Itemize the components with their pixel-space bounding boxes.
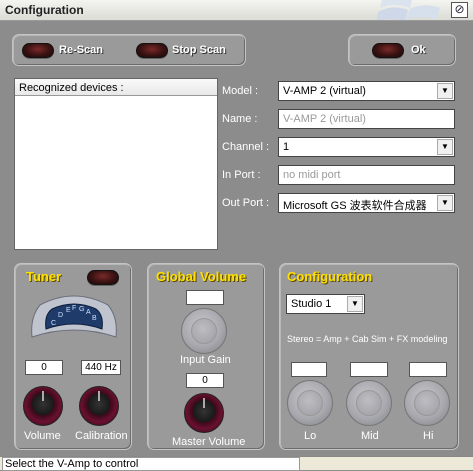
stop-scan-label: Stop Scan bbox=[172, 44, 226, 56]
chevron-down-icon[interactable]: ▼ bbox=[437, 83, 453, 99]
mid-label: Mid bbox=[361, 430, 379, 442]
chevron-down-icon[interactable]: ▼ bbox=[437, 139, 453, 155]
tuner-note-display: C D E F G A B bbox=[31, 295, 117, 338]
rescan-led-icon bbox=[22, 43, 54, 58]
master-volume-label: Master Volume bbox=[172, 436, 246, 448]
master-volume-value-box[interactable]: 0 bbox=[186, 373, 224, 388]
stop-scan-led-icon bbox=[136, 43, 168, 58]
hi-value-box[interactable] bbox=[409, 362, 447, 377]
calibration-value-box[interactable]: 440 Hz bbox=[81, 360, 121, 375]
in-port-field[interactable]: no midi port bbox=[278, 165, 455, 185]
hi-label: Hi bbox=[423, 430, 434, 442]
out-port-label: Out Port : bbox=[222, 197, 270, 209]
in-port-label: In Port : bbox=[222, 169, 261, 181]
out-port-value: Microsoft GS 波表软件合成器 bbox=[283, 200, 427, 212]
status-bar: Select the V-Amp to control bbox=[0, 456, 473, 471]
windows-logo-watermark bbox=[376, 0, 440, 20]
channel-label: Channel : bbox=[222, 141, 270, 153]
calibration-knob[interactable] bbox=[79, 386, 119, 426]
devices-list-header: Recognized devices : bbox=[15, 79, 217, 96]
in-port-value: no midi port bbox=[283, 169, 341, 181]
lo-label: Lo bbox=[304, 430, 317, 442]
name-field[interactable]: V-AMP 2 (virtual) bbox=[278, 109, 455, 129]
tuner-note: E bbox=[66, 307, 71, 314]
input-gain-label: Input Gain bbox=[180, 354, 231, 366]
mid-knob[interactable] bbox=[346, 380, 392, 426]
window-title: Configuration bbox=[5, 3, 84, 17]
channel-select[interactable]: 1 ▼ bbox=[278, 137, 455, 157]
tuner-title: Tuner bbox=[26, 269, 62, 284]
input-gain-value-box[interactable] bbox=[186, 290, 224, 305]
mid-value-box[interactable] bbox=[350, 362, 388, 377]
chevron-down-icon[interactable]: ▼ bbox=[347, 296, 363, 312]
model-value: V-AMP 2 (virtual) bbox=[283, 85, 366, 97]
input-gain-knob[interactable] bbox=[181, 308, 227, 354]
recognized-devices-list[interactable]: Recognized devices : bbox=[14, 78, 218, 250]
name-value: V-AMP 2 (virtual) bbox=[283, 113, 366, 125]
tuner-volume-value-box[interactable]: 0 bbox=[25, 360, 63, 375]
rescan-label: Re-Scan bbox=[59, 44, 104, 56]
calibration-value: 440 Hz bbox=[85, 362, 117, 373]
lo-knob[interactable] bbox=[287, 380, 333, 426]
name-label: Name : bbox=[222, 113, 258, 125]
calibration-label: Calibration bbox=[75, 430, 128, 442]
tuner-volume-label: Volume bbox=[24, 430, 61, 442]
tuner-note: C bbox=[51, 320, 56, 327]
configuration-title: Configuration bbox=[287, 269, 373, 284]
tuner-led-icon[interactable] bbox=[87, 270, 119, 285]
channel-value: 1 bbox=[283, 141, 290, 153]
model-select[interactable]: V-AMP 2 (virtual) ▼ bbox=[278, 81, 455, 101]
title-bar: Configuration ⊘ bbox=[0, 0, 473, 21]
tuner-note: G bbox=[79, 306, 84, 313]
global-volume-title: Global Volume bbox=[156, 269, 247, 284]
ok-label: Ok bbox=[411, 44, 426, 56]
studio-select[interactable]: Studio 1 ▼ bbox=[286, 294, 365, 314]
lo-value-box[interactable] bbox=[291, 362, 327, 377]
chevron-down-icon[interactable]: ▼ bbox=[437, 195, 453, 211]
out-port-select[interactable]: Microsoft GS 波表软件合成器 ▼ bbox=[278, 193, 455, 213]
ok-led-icon bbox=[372, 43, 404, 58]
hi-knob[interactable] bbox=[404, 380, 450, 426]
tuner-volume-value: 0 bbox=[41, 362, 47, 373]
master-volume-value: 0 bbox=[202, 375, 208, 386]
tuner-note: B bbox=[92, 315, 97, 322]
master-volume-knob[interactable] bbox=[184, 393, 224, 433]
tuner-note: F bbox=[72, 305, 76, 312]
model-label: Model : bbox=[222, 85, 259, 97]
studio-value: Studio 1 bbox=[291, 298, 332, 310]
configuration-description: Stereo = Amp + Cab Sim + FX modeling bbox=[287, 334, 448, 344]
restore-window-button[interactable]: ⊘ bbox=[451, 2, 468, 18]
tuner-note: A bbox=[86, 309, 91, 316]
restore-icon: ⊘ bbox=[454, 2, 465, 16]
tuner-note: D bbox=[58, 312, 63, 319]
tuner-volume-knob[interactable] bbox=[23, 386, 63, 426]
status-text: Select the V-Amp to control bbox=[2, 457, 300, 471]
